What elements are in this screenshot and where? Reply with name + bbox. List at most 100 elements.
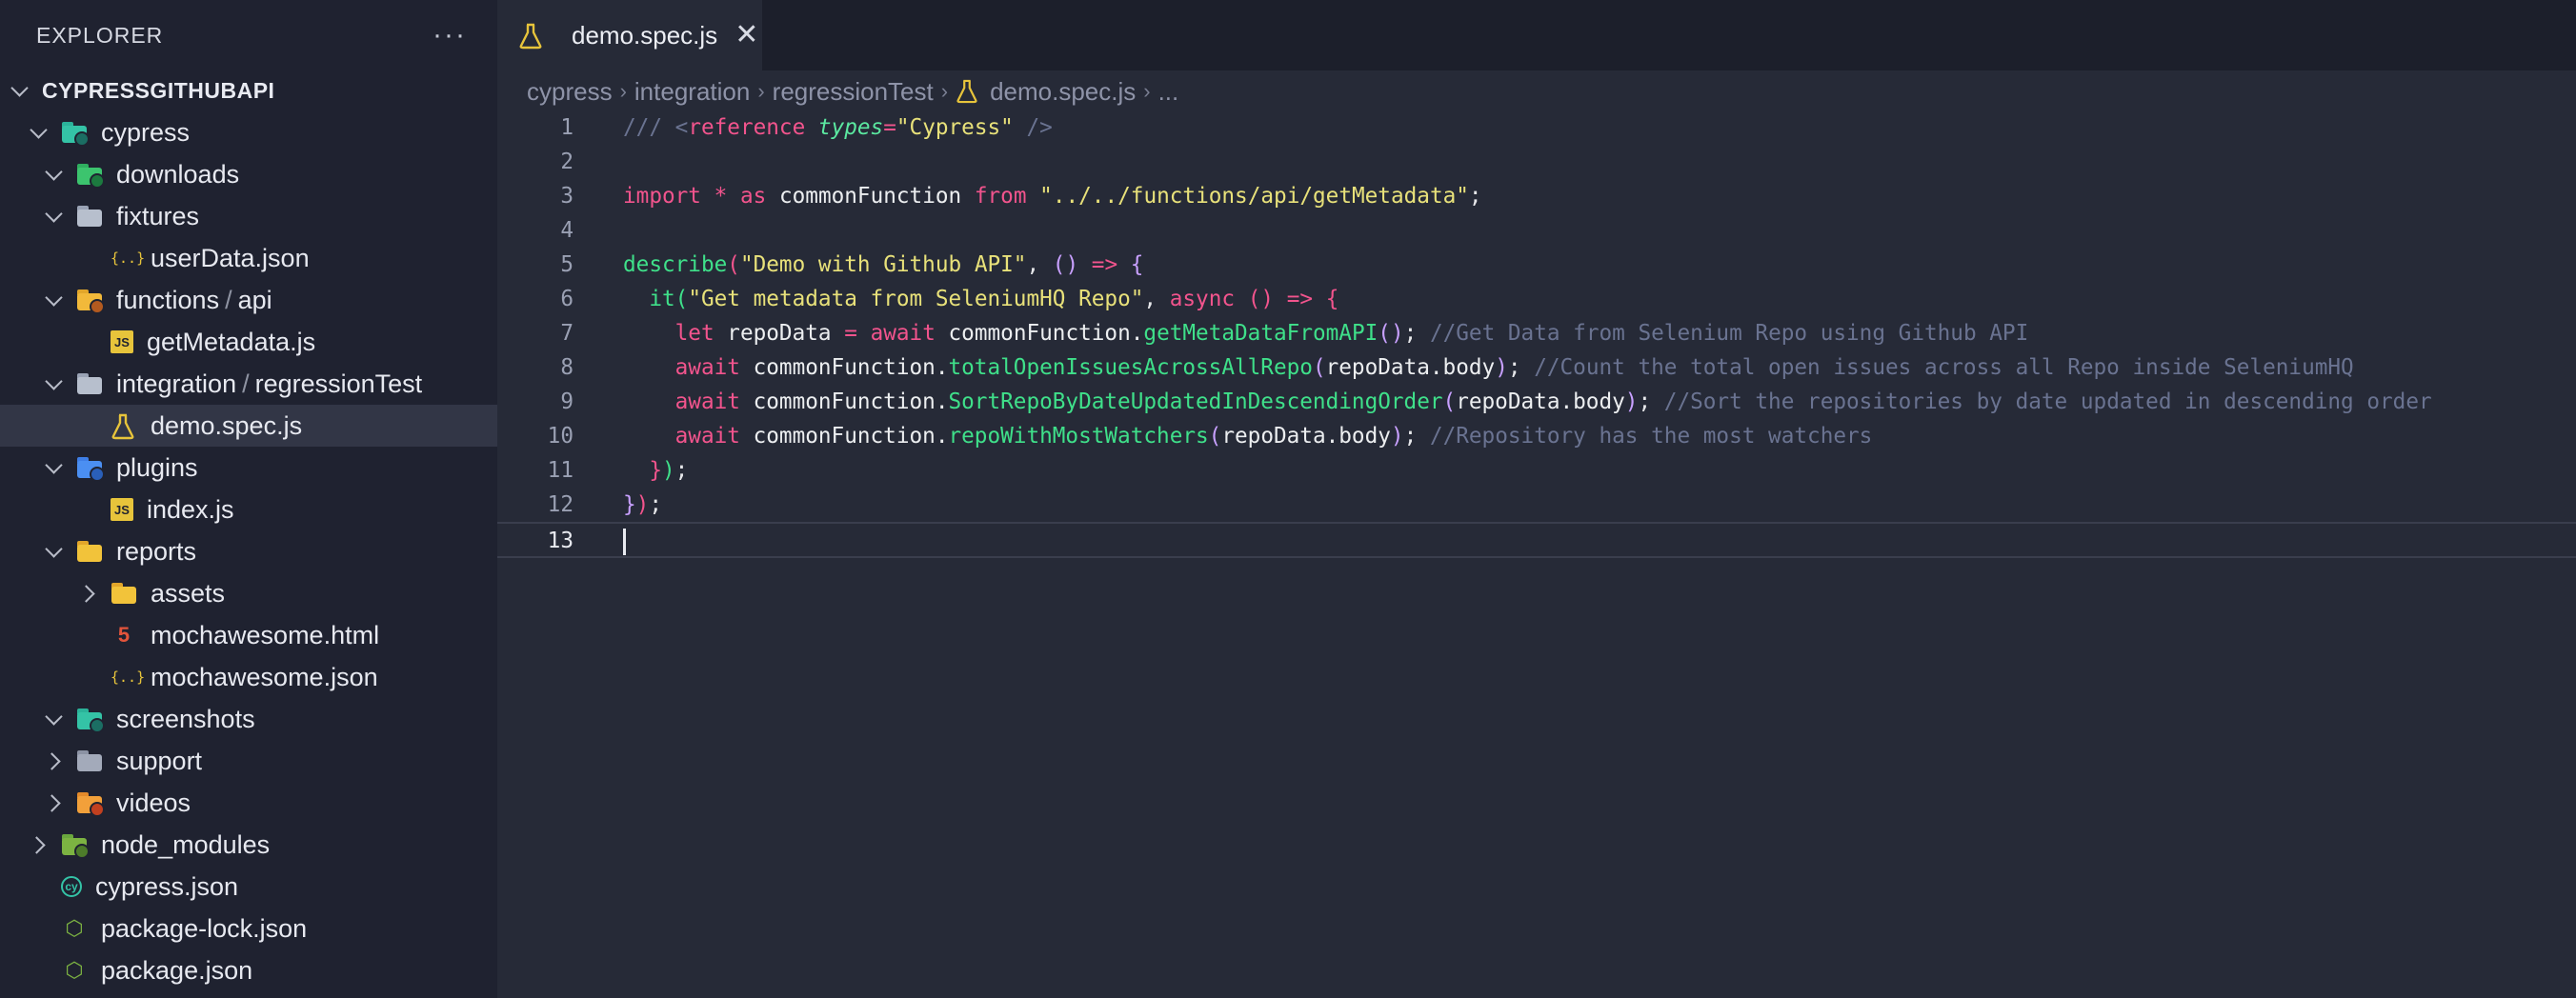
code-token: commonFunction. — [739, 355, 949, 380]
code-token: ( — [674, 287, 689, 311]
chevron-down-icon[interactable] — [10, 80, 30, 101]
code-line[interactable]: 3 import * as commonFunction from "../../… — [497, 179, 2576, 213]
code-text: await commonFunction.repoWithMostWatcher… — [623, 419, 1873, 453]
code-token: await — [674, 355, 740, 380]
chevron-right-icon: › — [757, 79, 765, 103]
tree-file-item[interactable]: JS getMetadata.js — [0, 321, 497, 363]
code-token: => — [1286, 287, 1314, 311]
code-token: { — [1325, 287, 1339, 311]
tree-file-item[interactable]: demo.spec.js — [0, 405, 497, 447]
chevron-down-icon[interactable] — [44, 541, 65, 562]
tree-file-item[interactable]: {..} userData.json — [0, 237, 497, 279]
folder-functions-icon — [76, 288, 105, 314]
chevron-right-icon[interactable] — [44, 792, 65, 813]
tree-file-item[interactable]: ⬡ package-lock.json — [0, 908, 497, 949]
chevron-right-icon: › — [1143, 79, 1151, 103]
chevron-down-icon[interactable] — [44, 457, 65, 478]
folder-cypress-icon — [61, 120, 90, 147]
tree-folder-item[interactable]: downloads — [0, 153, 497, 195]
code-line[interactable]: 4 — [497, 213, 2576, 248]
tree-item-sublabel: api — [237, 285, 272, 314]
tree-item-label: mochawesome.html — [151, 620, 380, 649]
code-text: describe("Demo with Github API", () => { — [623, 248, 1143, 282]
code-line[interactable]: 13 — [497, 522, 2576, 558]
code-text: let repoData = await commonFunction.getM… — [623, 316, 2029, 350]
chevron-right-icon[interactable] — [29, 834, 50, 855]
path-separator: / — [225, 285, 232, 314]
close-icon[interactable]: ✕ — [735, 21, 758, 50]
tree-folder-item[interactable]: support — [0, 740, 497, 782]
tree-item-sublabel: regressionTest — [254, 369, 423, 398]
tree-folder-item[interactable]: assets — [0, 572, 497, 614]
breadcrumb-regressiontest[interactable]: regressionTest — [773, 77, 934, 107]
code-line[interactable]: 8 await commonFunction.totalOpenIssuesAc… — [497, 350, 2576, 385]
tree-file-item[interactable]: JS index.js — [0, 489, 497, 530]
tab-demo-spec[interactable]: demo.spec.js ✕ — [497, 0, 762, 70]
chevron-down-icon[interactable] — [44, 709, 65, 729]
code-line[interactable]: 5 describe("Demo with Github API", () => … — [497, 248, 2576, 282]
code-token: * — [714, 184, 728, 209]
code-line[interactable]: 1 /// <reference types="Cypress" /> — [497, 110, 2576, 145]
tree-folder-item[interactable]: plugins — [0, 447, 497, 489]
tree-file-item[interactable]: ⬡ package.json — [0, 949, 497, 991]
code-token: } — [649, 458, 662, 483]
tree-folder-item[interactable]: node_modules — [0, 824, 497, 866]
tree-folder-item[interactable]: reports — [0, 530, 497, 572]
breadcrumb-file[interactable]: demo.spec.js — [990, 77, 1136, 107]
chevron-right-icon: › — [619, 79, 627, 103]
tree-item-label: package.json — [101, 955, 253, 985]
tree-file-item[interactable]: 5 mochawesome.html — [0, 614, 497, 656]
code-editor[interactable]: 1/// <reference types="Cypress" /> 2 3 impo… — [497, 110, 2576, 558]
chevron-down-icon[interactable] — [44, 206, 65, 227]
tree-file-item[interactable]: cy cypress.json — [0, 866, 497, 908]
chevron-right-icon[interactable] — [78, 583, 99, 604]
breadcrumb-integration[interactable]: integration — [634, 77, 750, 107]
tree-folder-item[interactable]: videos — [0, 782, 497, 824]
code-token: repoData.body — [1221, 424, 1391, 449]
code-token: commonFunction. — [935, 321, 1144, 346]
chevron-down-icon[interactable] — [29, 122, 50, 143]
code-line[interactable]: 10 await commonFunction.repoWithMostWatc… — [497, 419, 2576, 453]
code-token: ; — [1468, 184, 1482, 209]
explorer-root-folder[interactable]: CYPRESSGITHUBAPI — [0, 70, 497, 111]
chevron-right-icon[interactable] — [44, 750, 65, 771]
code-token: => — [1091, 252, 1118, 277]
more-actions-icon[interactable]: ··· — [433, 19, 467, 51]
code-line[interactable]: 7 let repoData = await commonFunction.ge… — [497, 316, 2576, 350]
code-line[interactable]: 11 }); — [497, 453, 2576, 488]
tree-folder-item[interactable]: integration / regressionTest — [0, 363, 497, 405]
chevron-down-icon[interactable] — [44, 164, 65, 185]
tree-folder-item[interactable]: fixtures — [0, 195, 497, 237]
code-token: = — [883, 115, 896, 140]
breadcrumb-cypress[interactable]: cypress — [527, 77, 613, 107]
code-text: }); — [623, 453, 688, 488]
code-token: //Count the total open issues across all… — [1534, 355, 2354, 380]
code-line[interactable]: 9 await commonFunction.SortRepoByDateUpd… — [497, 385, 2576, 419]
code-token: "Demo with Github API" — [739, 252, 1027, 277]
code-line[interactable]: 12}); — [497, 488, 2576, 522]
code-token: reference — [688, 115, 806, 140]
folder-icon — [76, 204, 103, 229]
breadcrumb-symbols[interactable]: ... — [1158, 77, 1179, 107]
tree-item-label: package-lock.json — [101, 913, 308, 943]
tree-folder-item[interactable]: cypress — [0, 111, 497, 153]
code-token: ) — [1390, 424, 1404, 449]
code-token: commonFunction. — [739, 389, 949, 414]
tree-file-item[interactable]: {..} mochawesome.json — [0, 656, 497, 698]
tree-item-label: assets — [151, 578, 226, 608]
chevron-down-icon[interactable] — [44, 289, 65, 310]
tree-folder-item[interactable]: screenshots — [0, 698, 497, 740]
code-line[interactable]: 6 it("Get metadata from SeleniumHQ Repo"… — [497, 282, 2576, 316]
chevron-down-icon[interactable] — [44, 373, 65, 394]
tree-item-label: CYPRESSGITHUBAPI — [42, 77, 275, 103]
folder-icon — [76, 371, 103, 396]
code-line[interactable]: 2 — [497, 145, 2576, 179]
folder-screenshots-icon — [76, 707, 105, 733]
tree-folder-item[interactable]: functions / api — [0, 279, 497, 321]
code-token: async — [1169, 287, 1236, 311]
code-token: ; — [1638, 389, 1664, 414]
code-token: /> — [1013, 115, 1053, 140]
